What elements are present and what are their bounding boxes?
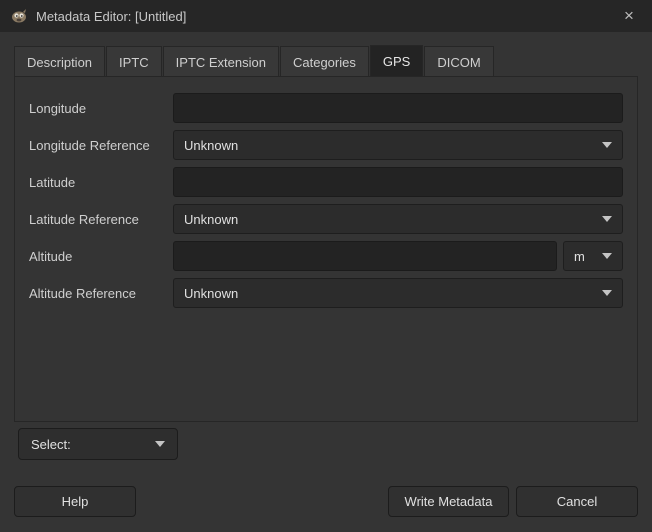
tab-iptc[interactable]: IPTC: [106, 46, 162, 77]
write-metadata-button[interactable]: Write Metadata: [388, 486, 509, 517]
altitude-reference-dropdown[interactable]: Unknown: [173, 278, 623, 308]
chevron-down-icon: [602, 142, 612, 148]
select-combo-label: Select:: [31, 437, 147, 452]
chevron-down-icon: [602, 290, 612, 296]
row-longitude-reference: Longitude Reference Unknown: [15, 130, 637, 160]
tab-iptc-extension[interactable]: IPTC Extension: [163, 46, 279, 77]
tab-description[interactable]: Description: [14, 46, 105, 77]
longitude-reference-dropdown[interactable]: Unknown: [173, 130, 623, 160]
row-latitude: Latitude: [15, 167, 637, 197]
close-button[interactable]: ×: [614, 0, 644, 32]
metadata-editor-dialog: Metadata Editor: [Untitled] × Descriptio…: [0, 0, 652, 532]
latitude-reference-dropdown[interactable]: Unknown: [173, 204, 623, 234]
row-longitude: Longitude: [15, 93, 637, 123]
cancel-button[interactable]: Cancel: [516, 486, 638, 517]
longitude-input[interactable]: [173, 93, 623, 123]
longitude-reference-value: Unknown: [184, 138, 594, 153]
tab-bar: Description IPTC IPTC Extension Categori…: [14, 45, 495, 77]
latitude-label: Latitude: [29, 167, 75, 197]
longitude-label: Longitude: [29, 93, 86, 123]
tab-dicom[interactable]: DICOM: [424, 46, 493, 77]
titlebar[interactable]: Metadata Editor: [Untitled] ×: [0, 0, 652, 32]
tab-gps[interactable]: GPS: [370, 45, 423, 77]
longitude-reference-label: Longitude Reference: [29, 130, 150, 160]
latitude-reference-label: Latitude Reference: [29, 204, 139, 234]
tab-categories[interactable]: Categories: [280, 46, 369, 77]
altitude-reference-label: Altitude Reference: [29, 278, 136, 308]
altitude-unit-dropdown[interactable]: m: [563, 241, 623, 271]
latitude-input[interactable]: [173, 167, 623, 197]
row-altitude: Altitude m: [15, 241, 637, 271]
altitude-unit-value: m: [574, 249, 594, 264]
gimp-wilber-icon: [10, 7, 28, 25]
chevron-down-icon: [155, 441, 165, 447]
altitude-reference-value: Unknown: [184, 286, 594, 301]
gps-tab-panel: Longitude Longitude Reference Unknown La…: [14, 76, 638, 422]
row-altitude-reference: Altitude Reference Unknown: [15, 278, 637, 308]
latitude-reference-value: Unknown: [184, 212, 594, 227]
altitude-input[interactable]: [173, 241, 557, 271]
row-latitude-reference: Latitude Reference Unknown: [15, 204, 637, 234]
window-title: Metadata Editor: [Untitled]: [36, 9, 186, 24]
altitude-label: Altitude: [29, 241, 72, 271]
chevron-down-icon: [602, 253, 612, 259]
chevron-down-icon: [602, 216, 612, 222]
help-button[interactable]: Help: [14, 486, 136, 517]
select-combo[interactable]: Select:: [18, 428, 178, 460]
